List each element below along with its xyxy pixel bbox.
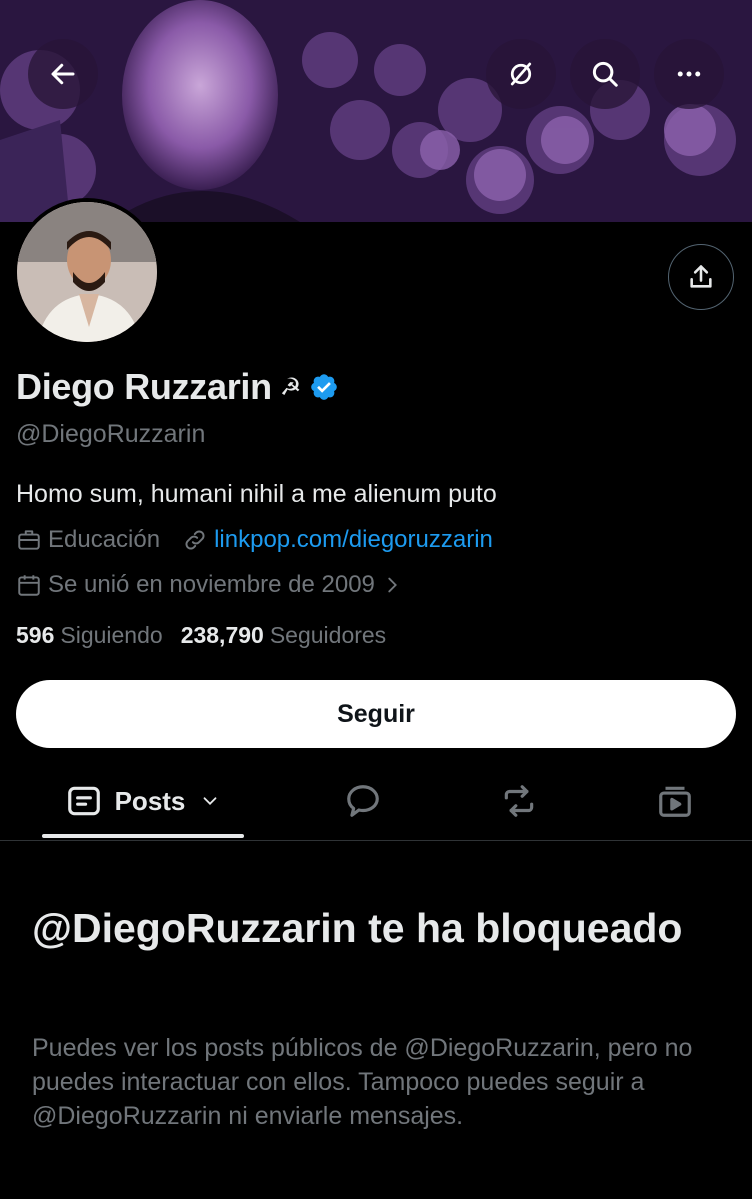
- joined-date: Se unió en noviembre de 2009: [48, 571, 375, 598]
- link-icon: [185, 530, 205, 550]
- share-icon: [690, 265, 712, 288]
- profile-name: Diego Ruzzarin: [16, 366, 272, 407]
- chevron-down-icon: [203, 797, 217, 806]
- profile-meta-row: Educación linkpop.com/diegoruzzarin: [16, 526, 515, 554]
- calendar-icon: [18, 575, 40, 596]
- follow-stats: 596 Siguiendo 238,790 Seguidores: [16, 622, 386, 649]
- profile-handle: @DiegoRuzzarin: [16, 420, 206, 448]
- chevron-right-icon: [388, 577, 397, 593]
- share-button[interactable]: [668, 244, 734, 310]
- profile-category: Educación: [16, 526, 160, 554]
- more-dots-icon: [677, 71, 701, 77]
- followers-stat[interactable]: 238,790 Seguidores: [181, 622, 387, 649]
- category-label: Educación: [48, 526, 161, 553]
- media-icon: [659, 786, 691, 817]
- profile-bio: Homo sum, humani nihil a me alienum puto: [16, 480, 497, 508]
- following-count: 596: [16, 622, 55, 648]
- tab-reposts[interactable]: [474, 762, 564, 840]
- search-button[interactable]: [570, 39, 640, 109]
- search-icon: [592, 61, 618, 87]
- followers-count: 238,790: [180, 622, 264, 648]
- arrow-left-icon: [51, 63, 75, 85]
- banner-artwork: [0, 0, 752, 222]
- active-tab-indicator: [42, 834, 244, 838]
- slash-circle-icon: [510, 62, 532, 86]
- profile-name-row: Diego Ruzzarin ☭: [16, 366, 339, 408]
- back-button[interactable]: [28, 39, 98, 109]
- profile-link[interactable]: linkpop.com/diegoruzzarin: [182, 526, 493, 554]
- joined-row[interactable]: Se unió en noviembre de 2009: [16, 571, 409, 599]
- tab-replies[interactable]: [318, 762, 408, 840]
- briefcase-icon: [18, 530, 40, 550]
- blocked-title: @DiegoRuzzarin te ha bloqueado: [32, 905, 683, 951]
- repost-icon: [504, 785, 534, 817]
- posts-icon: [67, 786, 100, 816]
- followers-label: Seguidores: [269, 622, 387, 648]
- avatar[interactable]: [13, 198, 161, 346]
- avatar-image: [17, 202, 157, 342]
- following-stat[interactable]: 596 Siguiendo: [16, 622, 163, 649]
- link-text[interactable]: linkpop.com/diegoruzzarin: [214, 526, 493, 554]
- blocked-description: Puedes ver los posts públicos de @DiegoR…: [32, 1034, 693, 1130]
- reply-bubble-icon: [347, 785, 379, 817]
- hammer-sickle-emoji: ☭: [279, 373, 302, 401]
- following-label: Siguiendo: [60, 622, 163, 648]
- follow-button[interactable]: Seguir: [16, 680, 736, 748]
- verified-badge-icon[interactable]: [309, 372, 339, 402]
- profile-banner[interactable]: [0, 0, 752, 222]
- more-button[interactable]: [654, 39, 724, 109]
- profile-tabs: Posts: [0, 762, 752, 841]
- tab-media[interactable]: [630, 762, 720, 840]
- tab-posts[interactable]: Posts: [42, 762, 244, 840]
- grok-button[interactable]: [486, 39, 556, 109]
- tab-posts-label: Posts: [114, 785, 186, 816]
